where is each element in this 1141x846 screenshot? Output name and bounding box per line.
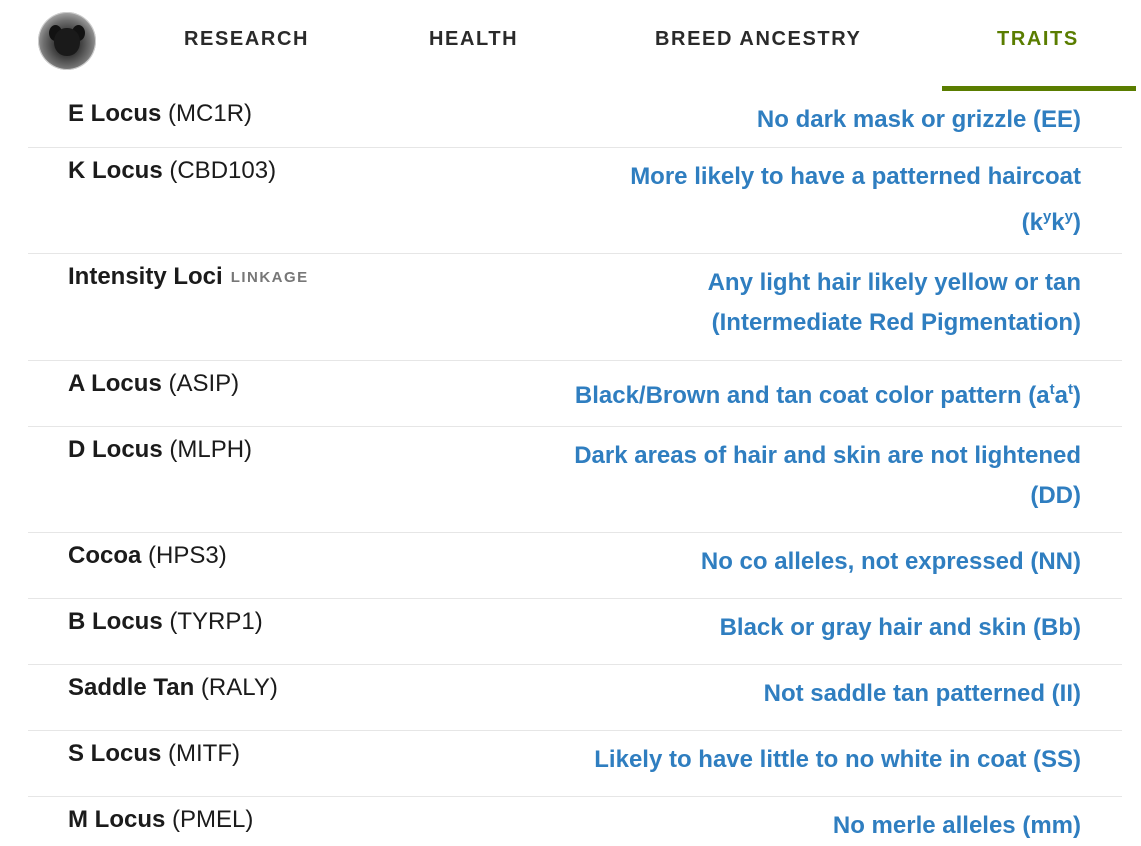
- trait-row-d-locus: D Locus (MLPH) Dark areas of hair and sk…: [28, 427, 1122, 533]
- tab-traits[interactable]: TRAITS: [997, 28, 1079, 51]
- trait-result-link[interactable]: Black or gray hair and skin (Bb): [720, 608, 1081, 648]
- top-navigation: RESEARCH HEALTH BREED ANCESTRY TRAITS: [0, 0, 1141, 91]
- tab-health[interactable]: HEALTH: [429, 28, 518, 51]
- trait-row-m-locus: M Locus (PMEL) No merle alleles (mm): [28, 797, 1122, 845]
- trait-label: Saddle Tan (RALY): [68, 674, 278, 701]
- linkage-badge: LINKAGE: [230, 269, 309, 286]
- trait-row-e-locus: E Locus (MC1R) No dark mask or grizzle (…: [28, 91, 1122, 148]
- trait-row-k-locus: K Locus (CBD103) More likely to have a p…: [28, 148, 1122, 254]
- trait-result-link[interactable]: No merle alleles (mm): [833, 806, 1081, 846]
- trait-result-link[interactable]: More likely to have a patterned haircoat…: [630, 157, 1081, 243]
- trait-row-cocoa: Cocoa (HPS3) No co alleles, not expresse…: [28, 533, 1122, 599]
- trait-row-s-locus: S Locus (MITF) Likely to have little to …: [28, 731, 1122, 797]
- trait-label: D Locus (MLPH): [68, 436, 253, 463]
- trait-label: M Locus (PMEL): [68, 806, 254, 833]
- trait-row-b-locus: B Locus (TYRP1) Black or gray hair and s…: [28, 599, 1122, 665]
- trait-label: A Locus (ASIP): [68, 370, 240, 397]
- trait-row-saddle-tan: Saddle Tan (RALY) Not saddle tan pattern…: [28, 665, 1122, 731]
- trait-label: Cocoa (HPS3): [68, 542, 227, 569]
- trait-result-link[interactable]: Not saddle tan patterned (II): [764, 674, 1081, 714]
- trait-label: S Locus (MITF): [68, 740, 240, 767]
- trait-label: E Locus (MC1R): [68, 100, 253, 127]
- tab-research[interactable]: RESEARCH: [184, 28, 309, 51]
- trait-label: B Locus (TYRP1): [68, 608, 263, 635]
- trait-row-intensity-loci: Intensity Loci LINKAGE Any light hair lik…: [28, 254, 1122, 361]
- tab-breed-ancestry[interactable]: BREED ANCESTRY: [655, 28, 862, 51]
- trait-result-link[interactable]: No dark mask or grizzle (EE): [757, 100, 1081, 140]
- trait-result-link[interactable]: Dark areas of hair and skin are not ligh…: [574, 436, 1081, 516]
- traits-table: E Locus (MC1R) No dark mask or grizzle (…: [28, 91, 1122, 845]
- trait-result-link[interactable]: Likely to have little to no white in coa…: [594, 740, 1081, 780]
- trait-row-a-locus: A Locus (ASIP) Black/Brown and tan coat …: [28, 361, 1122, 427]
- trait-result-link[interactable]: Black/Brown and tan coat color pattern (…: [575, 370, 1081, 416]
- dog-avatar[interactable]: [38, 12, 96, 70]
- avatar-face: [54, 28, 80, 56]
- trait-label: Intensity Loci LINKAGE: [68, 263, 309, 290]
- trait-result-link[interactable]: Any light hair likely yellow or tan (Int…: [708, 263, 1081, 343]
- trait-label: K Locus (CBD103): [68, 157, 277, 184]
- trait-result-link[interactable]: No co alleles, not expressed (NN): [701, 542, 1081, 582]
